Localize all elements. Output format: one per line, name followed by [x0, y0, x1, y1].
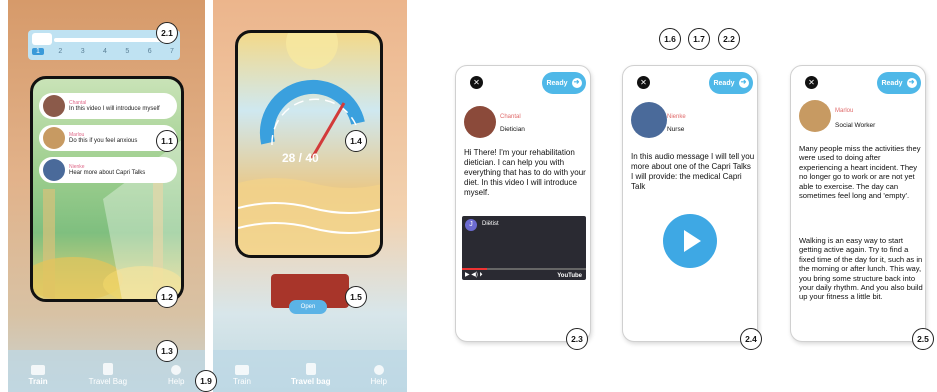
tab-label: Train: [28, 377, 48, 386]
annotation-badge: 1.3: [156, 340, 178, 362]
annotation-badge: 1.5: [345, 286, 367, 308]
step-5[interactable]: 5: [121, 48, 133, 55]
annotation-badge: 1.4: [345, 130, 367, 152]
annotation-badge: 2.1: [156, 22, 178, 44]
social-worker-card: ✕ Ready ➜ Marlou Social Worker Many peop…: [790, 65, 926, 342]
tab-train[interactable]: Train: [29, 365, 48, 386]
tab-help[interactable]: Help: [168, 365, 184, 386]
annotation-badge: 1.1: [156, 130, 178, 152]
close-icon[interactable]: ✕: [470, 76, 483, 89]
ready-label: Ready: [881, 79, 903, 87]
ready-button[interactable]: Ready ➜: [877, 72, 921, 94]
train-window: Chantal In this video I will introduce m…: [30, 76, 184, 302]
video-item[interactable]: Chantal In this video I will introduce m…: [39, 93, 177, 119]
dietician-card: ✕ Ready ➜ Chantal Dietician Hi There! I'…: [455, 65, 591, 342]
arrow-right-icon: ➜: [571, 78, 582, 88]
arrow-right-icon: ➜: [738, 78, 749, 88]
message-text: Many people miss the activities they wer…: [799, 144, 921, 201]
ready-label: Ready: [546, 79, 568, 87]
tab-travel-bag[interactable]: Travel bag: [291, 363, 331, 386]
tab-bar: Train Travel bag Help: [213, 350, 407, 392]
tab-train[interactable]: Train: [233, 365, 251, 386]
channel-icon: J: [465, 219, 477, 231]
annotation-badge: 1.7: [688, 28, 710, 50]
step-list: 1 2 3 4 5 6 7: [32, 48, 178, 55]
train-screen: 1 2 3 4 5 6 7 Chantal In this video I wi…: [8, 0, 205, 392]
annotation-badge: 2.4: [740, 328, 762, 350]
message-text-2: Walking is an easy way to start getting …: [799, 236, 923, 302]
video-title: Diëtist: [482, 221, 499, 227]
person-name: Chantal: [500, 114, 521, 120]
avatar: [43, 159, 65, 181]
person-role: Dietician: [500, 126, 525, 133]
annotation-badge: 2.5: [912, 328, 934, 350]
play-button[interactable]: [663, 214, 717, 268]
avatar: [464, 106, 496, 138]
video-player[interactable]: J Diëtist ▶ ◀) ⏵ YouTube: [462, 216, 586, 280]
annotation-badge: 1.6: [659, 28, 681, 50]
avatar: [43, 95, 65, 117]
suitcase-icon: [102, 363, 113, 375]
tab-label: Train: [233, 377, 251, 386]
open-button[interactable]: Open: [289, 300, 327, 314]
close-icon[interactable]: ✕: [637, 76, 650, 89]
play-icon: [684, 230, 701, 252]
train-icon: [234, 365, 249, 375]
video-title: Hear more about Capri Talks: [69, 169, 146, 176]
tab-travel-bag[interactable]: Travel Bag: [89, 363, 127, 386]
train-icon: [32, 33, 52, 45]
ready-label: Ready: [713, 79, 735, 87]
ready-button[interactable]: Ready ➜: [709, 72, 753, 94]
progress-track: [54, 38, 174, 42]
train-icon: [31, 365, 46, 375]
step-7[interactable]: 7: [166, 48, 178, 55]
progress-counter: 28 / 40: [282, 151, 319, 165]
ready-button[interactable]: Ready ➜: [542, 72, 586, 94]
step-1[interactable]: 1: [32, 48, 44, 55]
person-name: Marlou: [835, 108, 854, 114]
step-6[interactable]: 6: [144, 48, 156, 55]
help-icon: [373, 365, 384, 375]
avatar: [631, 102, 667, 138]
step-2[interactable]: 2: [54, 48, 66, 55]
video-title: Do this if you feel anxious: [69, 137, 138, 144]
tab-label: Travel bag: [290, 377, 331, 386]
step-4[interactable]: 4: [99, 48, 111, 55]
tab-label: Help: [370, 377, 387, 386]
video-item[interactable]: Nienke Hear more about Capri Talks: [39, 157, 177, 183]
message-text: Hi There! I'm your rehabilitation dietic…: [464, 148, 586, 197]
arrow-right-icon: ➜: [906, 78, 917, 88]
video-progress[interactable]: [462, 268, 586, 270]
youtube-logo: YouTube: [557, 273, 582, 279]
person-role: Nurse: [667, 126, 685, 133]
nurse-card: ✕ Ready ➜ Nienke Nurse In this audio mes…: [622, 65, 758, 342]
annotation-badge: 2.3: [566, 328, 588, 350]
tab-label: Help: [168, 377, 185, 386]
suitcase-icon: [305, 363, 316, 375]
tab-help[interactable]: Help: [371, 365, 387, 386]
help-icon: [171, 365, 182, 375]
message-text: In this audio message I will tell you mo…: [631, 152, 755, 191]
person-name: Nienke: [667, 114, 686, 120]
annotation-badge: 1.2: [156, 286, 178, 308]
annotation-badge: 1.9: [195, 370, 217, 392]
close-icon[interactable]: ✕: [805, 76, 818, 89]
tab-label: Travel Bag: [88, 377, 128, 386]
step-3[interactable]: 3: [77, 48, 89, 55]
travel-bag-screen: 28 / 40 Open Train Travel bag Help: [213, 0, 407, 392]
play-icon[interactable]: ▶ ◀) ⏵: [465, 271, 483, 279]
annotation-badge: 2.2: [718, 28, 740, 50]
video-title: In this video I will introduce myself: [69, 105, 160, 112]
avatar: [799, 100, 831, 132]
avatar: [43, 127, 65, 149]
person-role: Social Worker: [835, 122, 876, 129]
